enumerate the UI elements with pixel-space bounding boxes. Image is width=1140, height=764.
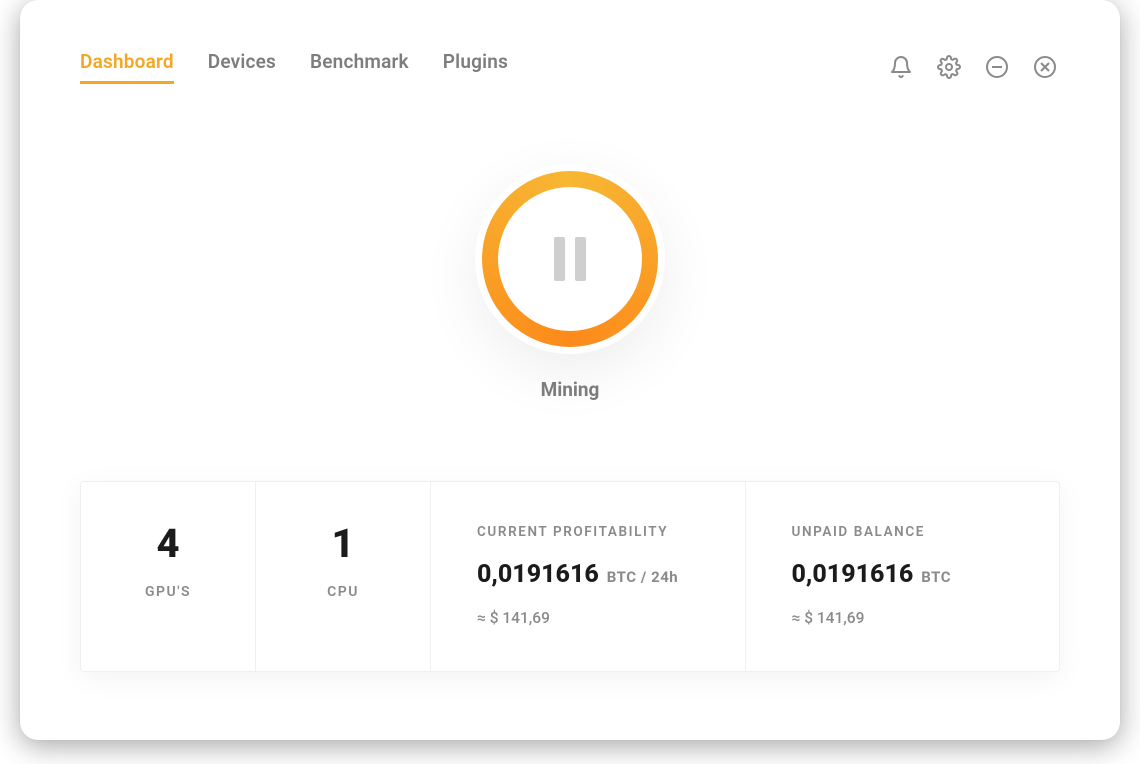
stat-balance: UNPAID BALANCE 0,0191616 BTC ≈ $ 141,69 (746, 482, 1060, 671)
pause-inner (498, 187, 642, 331)
gpu-label: GPU'S (127, 584, 209, 600)
pause-icon (554, 237, 586, 281)
minimize-icon[interactable] (982, 52, 1012, 82)
tab-plugins[interactable]: Plugins (443, 50, 508, 84)
tab-devices[interactable]: Devices (208, 50, 276, 84)
progress-ring (482, 171, 658, 347)
nav-tabs: Dashboard Devices Benchmark Plugins (80, 50, 508, 84)
stats-row: 4 GPU'S 1 CPU CURRENT PROFITABILITY 0,01… (80, 481, 1060, 672)
balance-kicker: UNPAID BALANCE (792, 524, 1014, 540)
stat-cpu: 1 CPU (256, 482, 431, 671)
balance-unit: BTC (921, 568, 951, 586)
tab-benchmark[interactable]: Benchmark (310, 50, 409, 84)
close-icon[interactable] (1030, 52, 1060, 82)
mining-status-label: Mining (541, 378, 600, 401)
gear-icon[interactable] (934, 52, 964, 82)
balance-value: 0,0191616 (792, 560, 914, 589)
gpu-count: 4 (127, 524, 209, 564)
profitability-usd: ≈ $ 141,69 (477, 609, 699, 627)
cpu-count: 1 (302, 524, 384, 564)
balance-usd: ≈ $ 141,69 (792, 609, 1014, 627)
hero: Mining (20, 164, 1120, 401)
app-window: Dashboard Devices Benchmark Plugins (20, 0, 1120, 740)
top-bar: Dashboard Devices Benchmark Plugins (20, 0, 1120, 84)
profitability-kicker: CURRENT PROFITABILITY (477, 524, 699, 540)
mining-toggle-button[interactable] (475, 164, 665, 354)
stat-gpu: 4 GPU'S (81, 482, 256, 671)
window-controls (886, 52, 1060, 82)
cpu-label: CPU (302, 584, 384, 600)
bell-icon[interactable] (886, 52, 916, 82)
stat-profitability: CURRENT PROFITABILITY 0,0191616 BTC / 24… (431, 482, 746, 671)
tab-dashboard[interactable]: Dashboard (80, 50, 174, 84)
profitability-unit: BTC / 24h (607, 568, 678, 586)
profitability-value: 0,0191616 (477, 560, 599, 589)
